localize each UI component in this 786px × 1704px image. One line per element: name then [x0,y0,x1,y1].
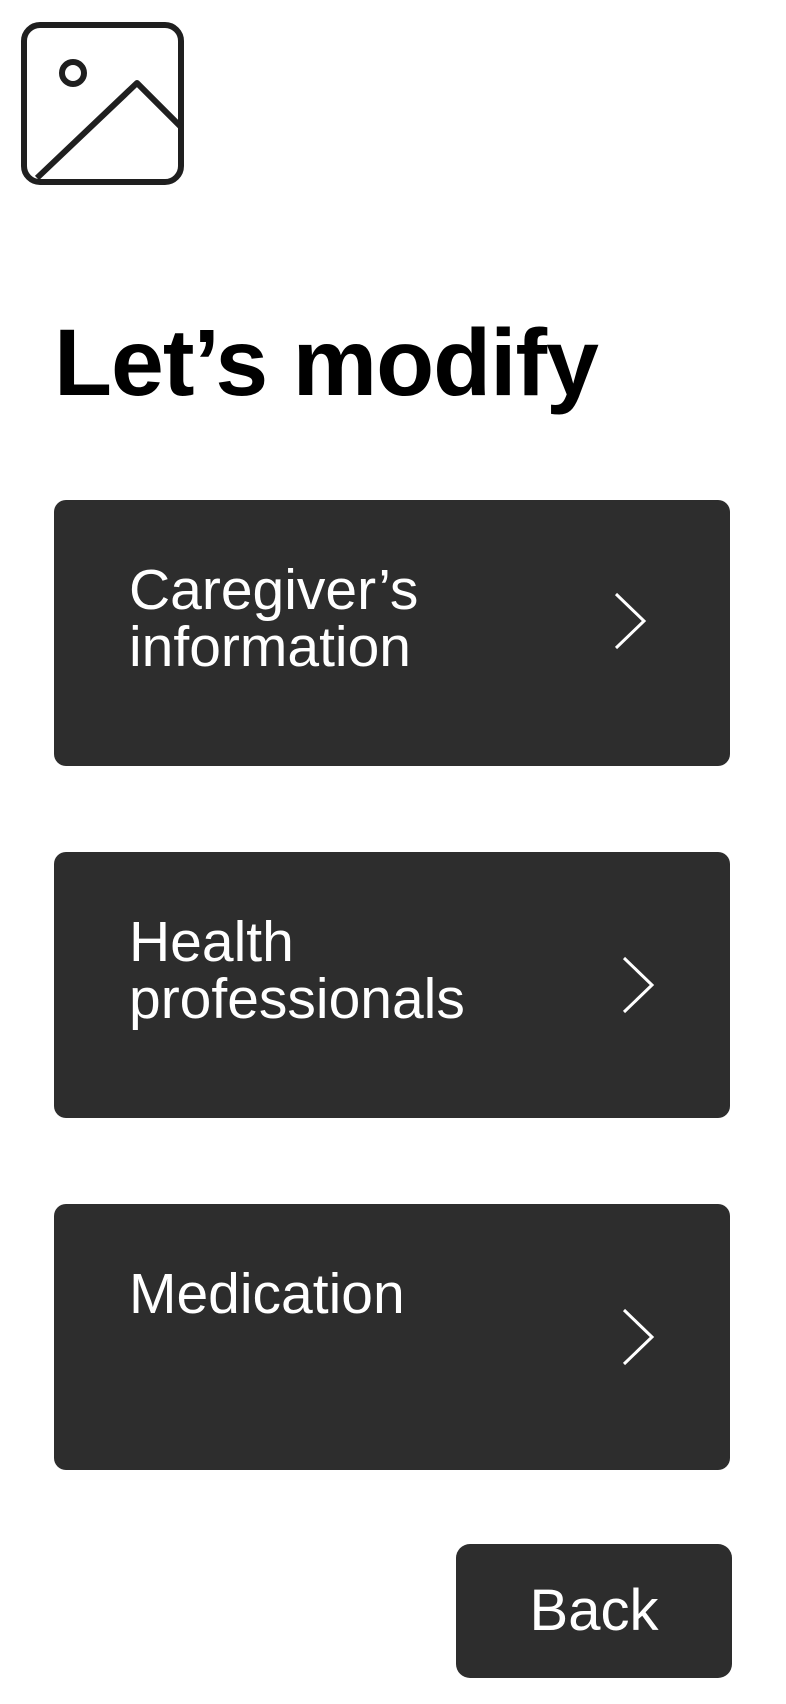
chevron-right-icon [618,954,658,1016]
chevron-right-icon [610,590,650,652]
menu-item-label: Caregiver’s information [129,558,419,679]
back-button-label: Back [529,1578,659,1643]
menu-item-label: Health professionals [129,910,465,1031]
page-title: Let’s modify [54,310,599,416]
image-placeholder-icon [21,22,184,185]
menu-item-caregivers-information[interactable]: Caregiver’s information [54,500,730,766]
back-button[interactable]: Back [456,1544,732,1678]
menu-item-label: Medication [129,1262,405,1326]
chevron-right-icon [618,1306,658,1368]
menu-item-medication[interactable]: Medication [54,1204,730,1470]
menu-item-health-professionals[interactable]: Health professionals [54,852,730,1118]
